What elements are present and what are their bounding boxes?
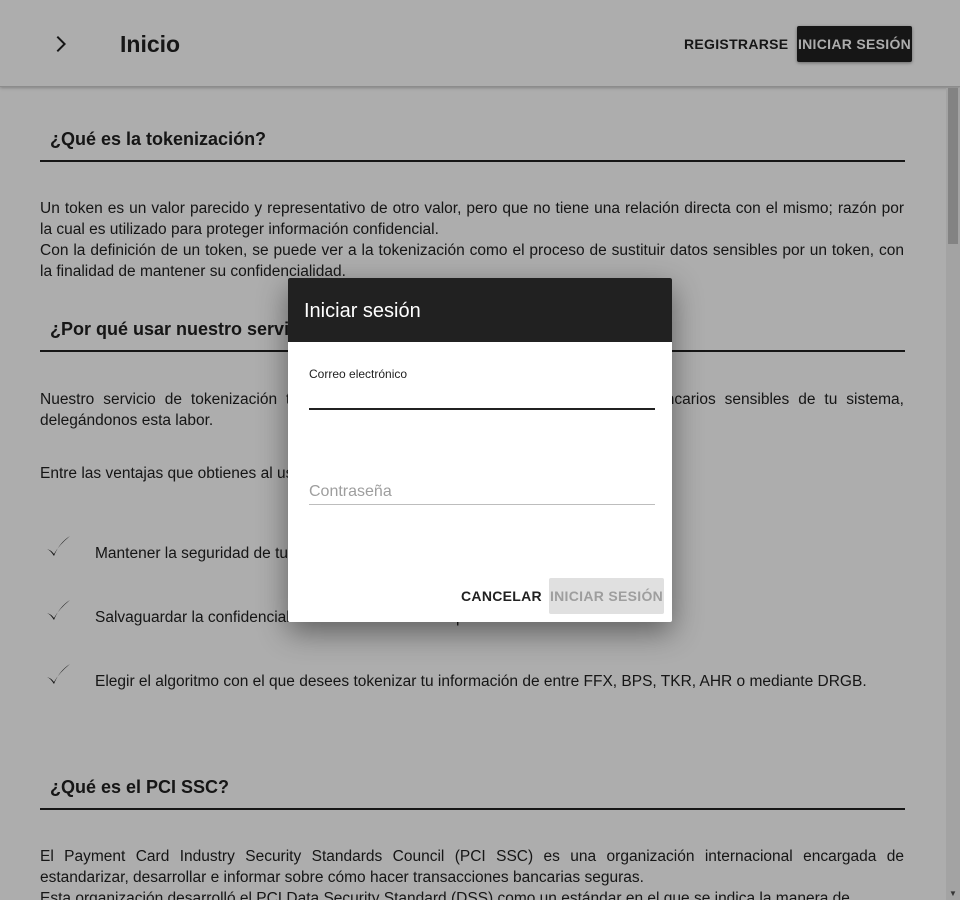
login-dialog: Iniciar sesión Correo electrónico CANCEL…	[288, 278, 672, 622]
password-field[interactable]	[309, 479, 655, 505]
submit-login-button[interactable]: INICIAR SESIÓN	[549, 578, 664, 614]
email-field[interactable]	[309, 382, 655, 410]
email-label: Correo electrónico	[309, 367, 408, 381]
cancel-button[interactable]: CANCELAR	[454, 578, 549, 614]
dialog-title: Iniciar sesión	[288, 278, 672, 342]
